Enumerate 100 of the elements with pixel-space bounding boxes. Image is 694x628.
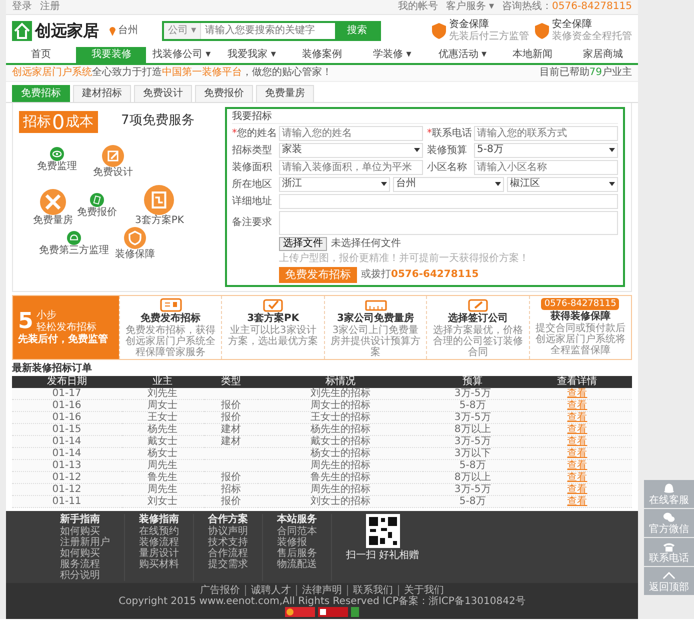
- tab[interactable]: 免费设计: [134, 85, 192, 102]
- slogan-text: 创远家居门户系统全心致力于打造中国第一装修平台，做您的贴心管家！: [12, 67, 332, 79]
- tab[interactable]: 免费招标: [12, 85, 70, 102]
- table-cell: 刘女士: [122, 496, 204, 508]
- footer-link[interactable]: 物流配送: [277, 559, 317, 570]
- nav-item[interactable]: 本地新闻: [498, 47, 568, 63]
- sign-icon: [466, 297, 490, 313]
- table-cell: 5-8万: [422, 496, 522, 508]
- text-field[interactable]: 请输入装修面积，单位为平米: [279, 160, 423, 175]
- table-cell: 王女士的招标: [258, 412, 423, 424]
- nav-item[interactable]: 家居商城: [568, 47, 638, 63]
- footer-link[interactable]: 联系我们: [347, 585, 398, 596]
- search-button[interactable]: 搜索: [335, 23, 380, 39]
- choose-file-button[interactable]: 选择文件: [279, 237, 327, 251]
- step-description: 3家公司上门免费量房并提供设计预算方案: [330, 325, 422, 358]
- table-cell: 01-11: [12, 496, 122, 508]
- text-area[interactable]: [279, 211, 618, 235]
- footer-link[interactable]: 合作流程: [208, 548, 248, 559]
- table-cell: 刘先生: [122, 388, 204, 400]
- call-text: 或拨打0576-64278115: [361, 269, 479, 281]
- footer-link[interactable]: 装修流程: [139, 537, 179, 548]
- city-label[interactable]: 台州: [118, 25, 138, 37]
- text-field[interactable]: 请输入您的联系方式: [474, 126, 618, 141]
- hotline-text: 咨询热线：0576-84278115: [502, 1, 632, 13]
- badge-title: 安全保障: [552, 19, 593, 30]
- table-cell: 报价: [204, 496, 258, 508]
- footer-link[interactable]: 法律声明: [296, 585, 347, 596]
- login-link[interactable]: 登录: [12, 1, 32, 13]
- text-field[interactable]: 请输入小区名称: [474, 160, 618, 175]
- column-header: 发布日期: [12, 376, 122, 388]
- footer-link[interactable]: 诚聘人才: [245, 585, 296, 596]
- select-field[interactable]: 椒江区: [507, 177, 618, 192]
- tab[interactable]: 免费报价: [195, 85, 253, 102]
- table-cell: 3万-5万: [422, 436, 522, 448]
- footer-heading: 本站服务: [277, 514, 317, 525]
- footer-link[interactable]: 技术支持: [208, 537, 248, 548]
- table-cell: 01-13: [12, 460, 122, 472]
- text-field[interactable]: 请输入您的姓名: [279, 126, 423, 141]
- search-field[interactable]: 公司 ▾ 请输入您要搜索的关键字 搜索: [162, 21, 382, 41]
- text-field[interactable]: [279, 194, 618, 209]
- table-cell: 3万-5万: [422, 388, 522, 400]
- house-logo-icon: [12, 21, 32, 41]
- footer-link[interactable]: 提交需求: [208, 559, 248, 570]
- table-cell: 杨女士的招标: [258, 448, 423, 460]
- footer-link[interactable]: 在线预约: [139, 526, 179, 537]
- nav-item[interactable]: 首页: [6, 47, 76, 63]
- ruler-icon: [364, 297, 388, 313]
- footer-link[interactable]: 服务流程: [60, 559, 110, 570]
- qr-code-icon: [366, 514, 400, 548]
- table-cell: 王女士: [122, 412, 204, 424]
- promo-headline: 7项免费服务: [121, 113, 194, 129]
- nav-item[interactable]: 装修案例: [286, 47, 358, 63]
- select-field[interactable]: 家装: [279, 143, 423, 158]
- nav-item[interactable]: 优惠活动 ▾: [427, 47, 498, 63]
- phone-badge: 0576-84278115: [541, 298, 620, 310]
- table-cell: 8万以上: [422, 424, 522, 436]
- search-scope-dropdown[interactable]: 公司 ▾: [164, 23, 202, 39]
- step-description: 选择方案最优，价格合理的公司签订装修合同: [432, 325, 524, 358]
- table-cell: 报价: [204, 400, 258, 412]
- nav-item[interactable]: 我爱我家 ▾: [216, 47, 287, 63]
- footer-link[interactable]: 如何购买: [60, 526, 110, 537]
- tab[interactable]: 建材招标: [73, 85, 131, 102]
- footer-link[interactable]: 量房设计: [139, 548, 179, 559]
- nav-item[interactable]: 找装修公司 ▾: [146, 47, 217, 63]
- badge-text: 装修资金全程托管: [552, 31, 632, 43]
- column-header: 标情况: [258, 376, 423, 388]
- table-cell: 报价: [204, 472, 258, 484]
- shield-icon: [432, 23, 446, 39]
- footer-link[interactable]: 积分说明: [60, 570, 110, 581]
- footer-link[interactable]: 注册新用户: [60, 537, 110, 548]
- helped-count-text: 目前已帮助79户业主: [539, 67, 632, 79]
- table-cell: 01-12: [12, 472, 122, 484]
- copyright-text: Copyright 2015 www.eenot.com,All Rights Reserved ICP备案：浙ICP备13010842号: [118, 596, 526, 607]
- footer-link[interactable]: 合同范本: [277, 526, 317, 537]
- step-description: 业主可以比3家设计方案，选出最优方案: [227, 325, 320, 347]
- nav-item[interactable]: 学装修 ▾: [357, 47, 428, 63]
- nav-item[interactable]: 我要装修: [76, 47, 146, 63]
- table-cell: 周先生的招标: [258, 460, 423, 472]
- footer-link[interactable]: 售后服务: [277, 548, 317, 559]
- footer-link[interactable]: 装修报: [277, 537, 317, 548]
- table-cell: 报价: [204, 412, 258, 424]
- tab[interactable]: 免费量房: [256, 85, 314, 102]
- table-cell: 01-14: [12, 448, 122, 460]
- service-menu[interactable]: 客户服务 ▾: [446, 1, 494, 13]
- footer-link[interactable]: 如何购买: [60, 548, 110, 559]
- account-link[interactable]: 我的帐号: [398, 1, 438, 13]
- footer-link[interactable]: 购买材料: [139, 559, 179, 570]
- footer-link[interactable]: 关于我们: [398, 585, 449, 596]
- select-field[interactable]: 5-8万: [474, 143, 618, 158]
- footer-link[interactable]: 协议声明: [208, 526, 248, 537]
- step-title: 选择签订公司: [448, 313, 508, 324]
- table-cell: 周先生: [122, 460, 204, 472]
- shield-icon: [535, 23, 549, 39]
- register-link[interactable]: 注册: [40, 1, 60, 13]
- select-field[interactable]: 浙江: [279, 177, 390, 192]
- footer-link[interactable]: 广告报价: [195, 585, 245, 596]
- table-cell: 周女士的招标: [258, 400, 423, 412]
- upload-hint: 上传户型图，报价更精准！并可提前一天获得报价方案！: [278, 253, 530, 265]
- certificate-badge-icon: [351, 607, 359, 617]
- select-field[interactable]: 台州: [393, 177, 504, 192]
